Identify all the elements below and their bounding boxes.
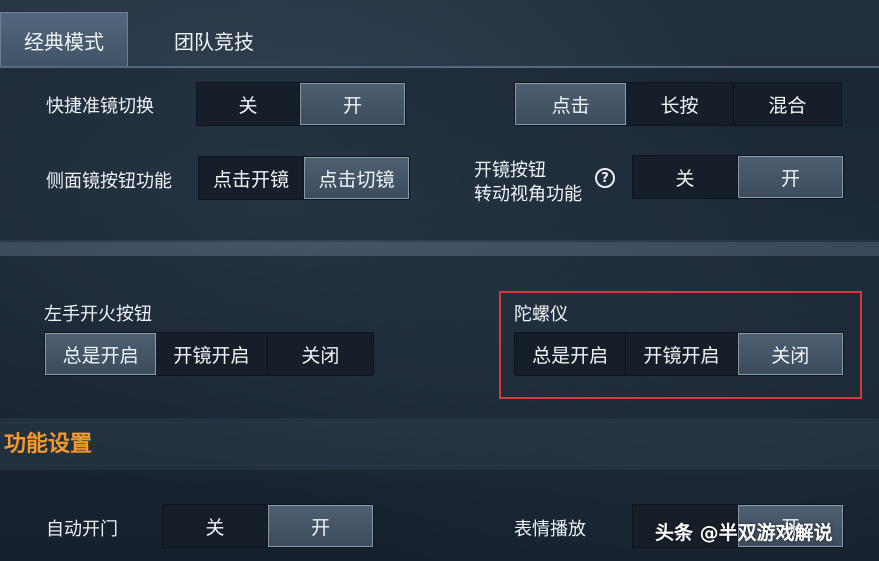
side-scope-tap-switch[interactable]: 点击切镜 bbox=[304, 157, 409, 199]
auto-door-on[interactable]: 开 bbox=[268, 505, 373, 547]
mode-tabs: 经典模式 团队竞技 bbox=[0, 0, 879, 68]
gyro-always[interactable]: 总是开启 bbox=[515, 333, 627, 375]
scope-rotate-label-line1: 开镜按钮 bbox=[474, 160, 546, 181]
aim-mode-mixed[interactable]: 混合 bbox=[733, 83, 841, 125]
left-fire-selector: 总是开启 开镜开启 关闭 bbox=[44, 332, 374, 376]
quick-scope-toggle: 关 开 bbox=[196, 82, 406, 126]
side-scope-selector: 点击开镜 点击切镜 bbox=[198, 156, 410, 200]
side-scope-label: 侧面镜按钮功能 bbox=[46, 171, 172, 192]
aim-mode-tap[interactable]: 点击 bbox=[515, 83, 627, 125]
tab-classic[interactable]: 经典模式 bbox=[0, 12, 128, 68]
section-divider bbox=[0, 242, 879, 256]
quick-scope-off[interactable]: 关 bbox=[197, 83, 300, 125]
left-fire-label: 左手开火按钮 bbox=[44, 304, 152, 325]
scope-rotate-off[interactable]: 关 bbox=[633, 156, 738, 198]
section-title: 功能设置 bbox=[4, 432, 93, 457]
scope-rotate-on[interactable]: 开 bbox=[738, 156, 843, 198]
emote-label: 表情播放 bbox=[514, 519, 586, 540]
quick-scope-on[interactable]: 开 bbox=[300, 83, 405, 125]
quick-scope-label: 快捷准镜切换 bbox=[46, 96, 154, 117]
auto-door-toggle: 关 开 bbox=[162, 504, 374, 548]
auto-door-label: 自动开门 bbox=[46, 519, 118, 540]
side-scope-tap-open[interactable]: 点击开镜 bbox=[199, 157, 304, 199]
auto-door-off[interactable]: 关 bbox=[163, 505, 268, 547]
gyro-label: 陀螺仪 bbox=[514, 304, 568, 325]
aim-mode-selector: 点击 长按 混合 bbox=[514, 82, 842, 126]
scope-rotate-toggle: 关 开 bbox=[632, 155, 844, 199]
help-icon[interactable]: ? bbox=[595, 168, 615, 188]
gyro-selector: 总是开启 开镜开启 关闭 bbox=[514, 332, 844, 376]
scope-rotate-label-line2: 转动视角功能 bbox=[474, 184, 582, 205]
left-fire-always[interactable]: 总是开启 bbox=[45, 333, 157, 375]
left-fire-scope-on[interactable]: 开镜开启 bbox=[156, 333, 268, 375]
left-fire-close[interactable]: 关闭 bbox=[267, 333, 374, 375]
tab-team[interactable]: 团队竞技 bbox=[150, 12, 278, 68]
section-header-band bbox=[0, 418, 879, 470]
aim-mode-hold[interactable]: 长按 bbox=[626, 83, 734, 125]
gyro-scope-on[interactable]: 开镜开启 bbox=[626, 333, 738, 375]
watermark: 头条 @半双游戏解说 bbox=[655, 522, 833, 544]
gyro-close[interactable]: 关闭 bbox=[737, 333, 843, 375]
